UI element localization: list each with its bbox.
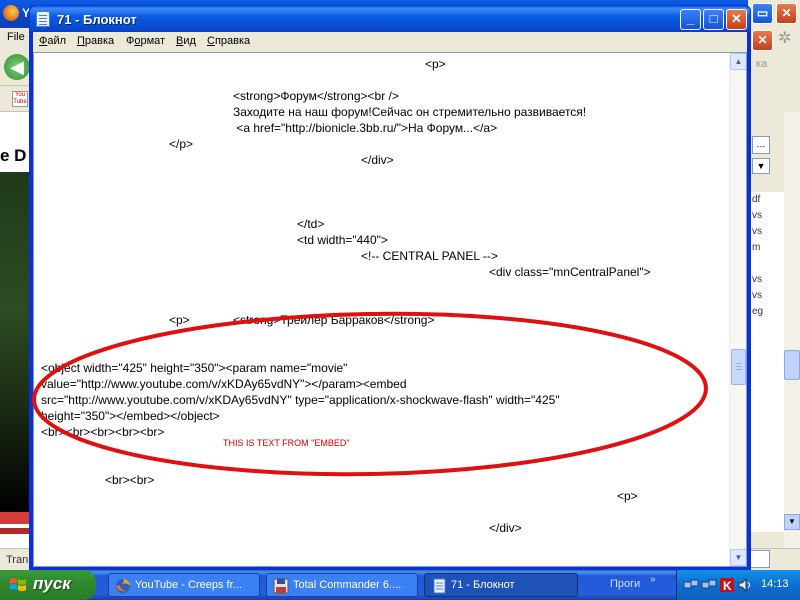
menu-edit[interactable]: Правка — [77, 35, 114, 47]
start-label: пуск — [33, 574, 71, 593]
scroll-up-arrow-icon[interactable]: ▲ — [730, 53, 746, 70]
side-list-item[interactable]: vs — [752, 290, 762, 301]
notepad-title: 71 - Блокнот — [57, 12, 137, 27]
svg-text:K: K — [723, 579, 732, 593]
taskbar-item-youtube[interactable]: YouTube - Creeps fr... — [108, 573, 260, 597]
browser-close-button[interactable]: ✕ — [776, 3, 797, 24]
taskbar-item-label: 71 - Блокнот — [451, 579, 515, 591]
browser-scrollbar[interactable] — [784, 112, 800, 548]
firefox-icon — [3, 5, 19, 21]
text-line: </td> — [297, 217, 325, 231]
browser-small-field[interactable] — [750, 550, 770, 568]
notepad-text-area[interactable]: <p> <strong>Форум</strong><br /> Заходит… — [33, 52, 747, 567]
minimize-button[interactable]: _ — [680, 9, 701, 30]
text-line: <p> — [425, 57, 446, 71]
side-list-item[interactable]: vs — [752, 226, 762, 237]
menu-view[interactable]: Вид — [176, 35, 196, 47]
menu-file-rest: айл — [47, 35, 67, 47]
notepad-window: 71 - Блокнот _ □ ✕ Файл Правка Формат Ви… — [29, 5, 751, 570]
taskbar-item-notepad[interactable]: 71 - Блокнот — [424, 573, 578, 597]
menu-edit-rest: равка — [84, 35, 115, 47]
video-progress-bar[interactable] — [0, 512, 30, 524]
taskbar-item-label: YouTube - Creeps fr... — [135, 579, 242, 591]
menu-help[interactable]: Справка — [207, 35, 250, 47]
side-list-item[interactable]: m — [752, 242, 760, 253]
menu-file[interactable]: Файл — [39, 35, 66, 47]
browser-menu-file[interactable]: File — [7, 31, 25, 43]
side-list-item[interactable]: eg — [752, 306, 763, 317]
text-line: Заходите на наш форум!Сейчас он стремите… — [233, 105, 587, 119]
back-arrow-icon[interactable]: ◀ — [4, 54, 30, 80]
text-line: <object width="425" height="350"><param … — [41, 361, 348, 375]
browser-page-title: e D — [0, 146, 27, 165]
text-content[interactable]: <p> <strong>Форум</strong><br /> Заходит… — [34, 53, 729, 566]
taskbar: пуск YouTube - Creeps fr... Total Comman… — [0, 570, 800, 600]
close-button[interactable]: ✕ — [726, 9, 747, 30]
gear-icon[interactable]: ✲ — [778, 28, 798, 48]
side-list-item[interactable]: vs — [752, 210, 762, 221]
menu-format-rest: рмат — [140, 35, 166, 47]
menu-format[interactable]: Формат — [126, 35, 165, 47]
notepad-menubar: Файл Правка Формат Вид Справка — [33, 32, 747, 52]
text-line: <strong>Форум</strong><br /> — [233, 89, 399, 103]
start-button[interactable]: пуск — [0, 570, 96, 600]
menu-help-rest: правка — [214, 35, 251, 47]
side-list-item[interactable]: vs — [752, 274, 762, 285]
text-line: <a href="http://bionicle.3bb.ru/">На Фор… — [233, 121, 498, 135]
windows-flag-icon — [10, 578, 26, 591]
browser-scroll-down-button[interactable]: ▼ — [784, 514, 800, 530]
youtube-icon[interactable]: You Tube — [12, 91, 28, 107]
clock[interactable]: 14:13 — [761, 578, 789, 590]
annotation-label: THIS IS TEXT FROM "EMBED" — [223, 438, 350, 448]
chevron-right-icon[interactable]: » — [650, 574, 656, 585]
video-player[interactable] — [0, 172, 30, 512]
scrollbar-thumb[interactable] — [731, 349, 746, 385]
browser-status-text: Tran — [6, 554, 29, 566]
text-line: <!-- CENTRAL PANEL --> — [361, 249, 498, 263]
notepad-scrollbar[interactable]: ▲ ▼ — [729, 53, 746, 566]
browser-search-hint[interactable]: ка — [756, 58, 767, 70]
ellipsis-button[interactable]: … — [752, 136, 770, 154]
text-line: <td width="440"> — [297, 233, 388, 247]
text-line: <strong>Трейлер Барраков</strong> — [233, 313, 435, 327]
taskbar-item-total-commander[interactable]: Total Commander 6.... — [266, 573, 418, 597]
menu-view-rest: ид — [183, 35, 196, 47]
text-line: src="http://www.youtube.com/v/xKDAy65vdN… — [41, 393, 560, 407]
browser-scrollbar-thumb[interactable] — [784, 350, 800, 380]
notepad-icon — [433, 578, 446, 594]
text-line: <br><br><br><br><br> — [41, 425, 165, 439]
floppy-disk-icon — [273, 578, 289, 594]
text-line: </div> — [489, 521, 522, 535]
text-line: value="http://www.youtube.com/v/xKDAy65v… — [41, 377, 407, 391]
tab-close-button[interactable]: ✕ — [752, 30, 773, 51]
notepad-icon — [36, 11, 50, 27]
text-line: <br><br> — [105, 473, 155, 487]
kaspersky-icon[interactable]: K — [719, 577, 735, 593]
dropdown-button[interactable]: ▼ — [752, 158, 770, 174]
notepad-titlebar[interactable]: 71 - Блокнот _ □ ✕ — [30, 6, 750, 32]
firefox-icon — [116, 579, 130, 593]
text-line: <div class="mnCentralPanel"> — [489, 265, 651, 279]
text-line: <p> — [617, 489, 638, 503]
speaker-icon[interactable] — [737, 577, 753, 593]
quick-launch-toolbar[interactable]: Проги — [610, 578, 640, 590]
system-tray: K 14:13 — [676, 570, 800, 600]
scroll-down-arrow-icon[interactable]: ▼ — [730, 549, 746, 566]
text-line: height="350"></embed></object> — [41, 409, 220, 423]
browser-minimize-button[interactable]: ▭ — [752, 3, 773, 24]
side-list-item[interactable]: df — [752, 194, 760, 205]
text-line: <p> — [169, 313, 190, 327]
taskbar-item-label: Total Commander 6.... — [293, 579, 402, 591]
menu-edit-accel: П — [77, 35, 85, 47]
text-line: </div> — [361, 153, 394, 167]
video-controls[interactable] — [0, 528, 30, 534]
text-line: </p> — [169, 137, 194, 151]
maximize-button[interactable]: □ — [703, 9, 724, 30]
menu-help-accel: С — [207, 35, 215, 47]
network-icon[interactable] — [683, 577, 699, 593]
network-icon[interactable] — [701, 577, 717, 593]
